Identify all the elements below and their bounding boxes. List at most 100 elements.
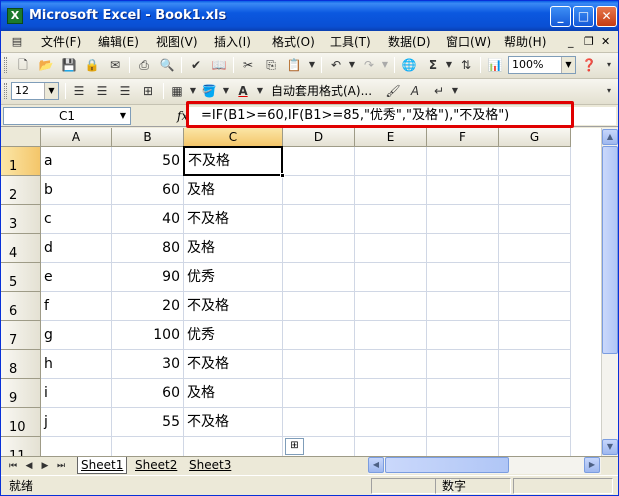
merge-center-icon[interactable]: ⊞ [140,83,156,99]
cell-e4[interactable] [355,234,427,263]
column-header-c[interactable]: C [184,128,283,147]
auto-fill-options-icon[interactable]: ⊞ [285,438,304,455]
cell-f10[interactable] [427,408,499,437]
paste-icon[interactable]: 📋 [286,57,302,73]
cell-g3[interactable] [499,205,571,234]
horizontal-scroll-thumb[interactable] [385,457,509,473]
permission-icon[interactable]: 🔒 [84,57,100,73]
cell-a3[interactable]: c [41,205,112,234]
first-sheet-icon[interactable]: ⏮ [7,459,19,473]
cell-a1[interactable]: a [41,147,112,176]
select-all-corner[interactable] [1,128,41,147]
format-painter-icon[interactable]: 🖌 [385,83,401,99]
cell-d3[interactable] [283,205,355,234]
cell-f2[interactable] [427,176,499,205]
doc-minimize-button[interactable]: _ [568,34,574,50]
redo-icon[interactable]: ↷ [361,57,377,73]
print-preview-icon[interactable]: 🔍 [159,57,175,73]
menu-format[interactable]: 格式(O) [272,34,315,50]
cell-c11[interactable] [184,437,283,456]
open-folder-icon[interactable]: 📂 [38,57,54,73]
row-header-8[interactable]: 8 [1,350,41,379]
toolbar-grip[interactable] [4,83,7,99]
menu-insert[interactable]: 插入(I) [214,34,251,50]
cell-f5[interactable] [427,263,499,292]
fill-color-dropdown-icon[interactable]: ▼ [218,83,234,99]
cell-e2[interactable] [355,176,427,205]
toolbar-grip[interactable] [4,57,7,73]
cell-b7[interactable]: 100 [112,321,184,350]
cell-a11[interactable] [41,437,112,456]
cell-f11[interactable] [427,437,499,456]
column-header-f[interactable]: F [427,128,499,147]
menu-data[interactable]: 数据(D) [388,34,431,50]
cell-c4[interactable]: 及格 [184,234,283,263]
print-icon[interactable]: ⎙ [136,57,152,73]
cell-e1[interactable] [355,147,427,176]
cell-f6[interactable] [427,292,499,321]
menu-view[interactable]: 视图(V) [156,34,198,50]
cell-g1[interactable] [499,147,571,176]
column-header-b[interactable]: B [112,128,184,147]
cell-e9[interactable] [355,379,427,408]
column-header-e[interactable]: E [355,128,427,147]
doc-close-button[interactable]: ✕ [601,34,610,50]
cell-e11[interactable] [355,437,427,456]
cell-d7[interactable] [283,321,355,350]
align-center-icon[interactable]: ☰ [94,83,110,99]
style-icon[interactable]: A [407,83,423,99]
tab-sheet1[interactable]: Sheet1 [77,457,128,474]
zoom-combo[interactable]: 100% ▼ [508,56,576,74]
toolbar-options-icon[interactable]: ▾ [601,57,617,73]
spelling-icon[interactable]: ✔ [188,57,204,73]
cell-d8[interactable] [283,350,355,379]
cell-e8[interactable] [355,350,427,379]
cell-d10[interactable] [283,408,355,437]
cell-g9[interactable] [499,379,571,408]
cell-c3[interactable]: 不及格 [184,205,283,234]
cell-e3[interactable] [355,205,427,234]
row-header-1[interactable]: 1 [1,147,41,176]
chevron-down-icon[interactable]: ▼ [561,57,575,73]
cell-a9[interactable]: i [41,379,112,408]
column-header-d[interactable]: D [283,128,355,147]
autosum-dropdown-icon[interactable]: ▼ [441,57,457,73]
cell-a6[interactable]: f [41,292,112,321]
horizontal-scrollbar[interactable]: ◀ ▶ [368,457,601,474]
cell-c6[interactable]: 不及格 [184,292,283,321]
menu-file[interactable]: 文件(F) [41,34,81,50]
scroll-up-icon[interactable]: ▲ [602,129,618,145]
cell-g2[interactable] [499,176,571,205]
cell-b6[interactable]: 20 [112,292,184,321]
research-icon[interactable]: 📖 [211,57,227,73]
menu-window[interactable]: 窗口(W) [446,34,491,50]
cell-a2[interactable]: b [41,176,112,205]
cell-g5[interactable] [499,263,571,292]
autoformat-button[interactable]: 自动套用格式(A)... [271,83,372,99]
cell-b11[interactable] [112,437,184,456]
tab-sheet2[interactable]: Sheet2 [132,457,180,474]
vertical-scrollbar[interactable]: ▲ ▼ [601,128,618,456]
cell-a5[interactable]: e [41,263,112,292]
cell-a4[interactable]: d [41,234,112,263]
doc-icon[interactable]: ▤ [9,34,25,50]
scroll-down-icon[interactable]: ▼ [602,439,618,455]
cut-icon[interactable]: ✂ [240,57,256,73]
cell-d2[interactable] [283,176,355,205]
cell-b1[interactable]: 50 [112,147,184,176]
cell-e5[interactable] [355,263,427,292]
formula-input[interactable]: =IF(B1>=60,IF(B1>=85,"优秀","及格"),"不及格") [189,107,616,125]
cell-f4[interactable] [427,234,499,263]
hyperlink-icon[interactable]: 🌐 [401,57,417,73]
text-direction-icon[interactable]: ↵ [431,83,447,99]
row-header-7[interactable]: 7 [1,321,41,350]
new-file-icon[interactable]: 🗋 [15,57,31,73]
doc-restore-button[interactable]: ❐ [584,34,594,50]
cell-e7[interactable] [355,321,427,350]
copy-icon[interactable]: ⎘ [263,57,279,73]
font-size-combo[interactable]: 12 ▼ [11,82,59,100]
cell-g6[interactable] [499,292,571,321]
cell-d6[interactable] [283,292,355,321]
paste-dropdown-icon[interactable]: ▼ [304,57,320,73]
column-header-g[interactable]: G [499,128,571,147]
